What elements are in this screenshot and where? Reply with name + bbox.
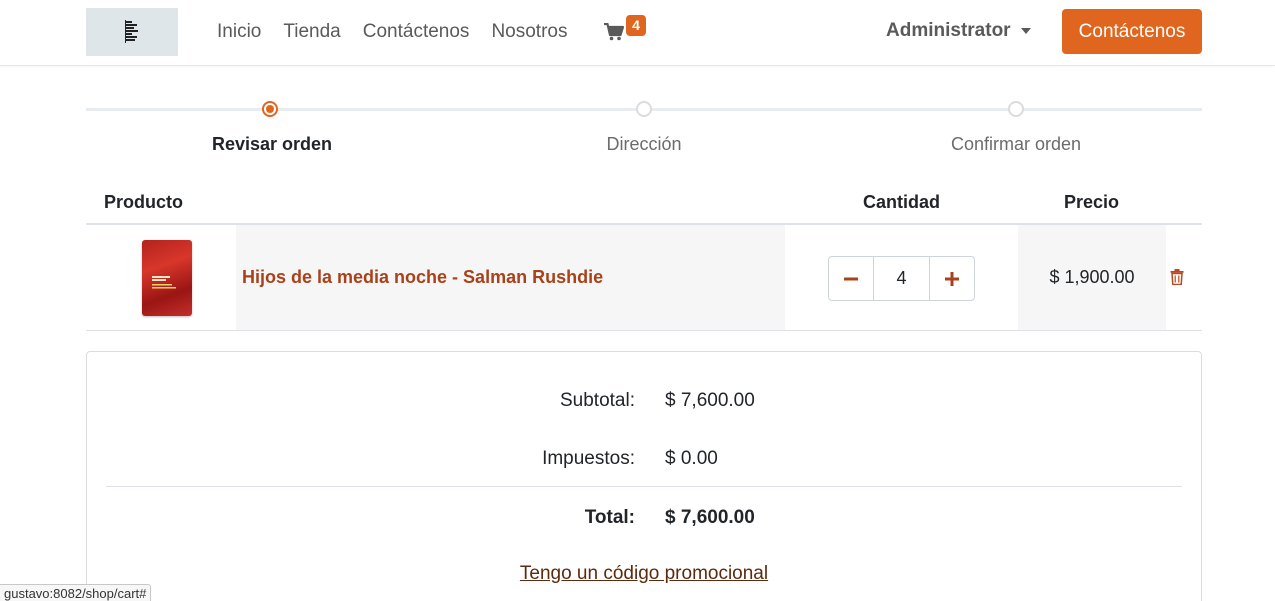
nav-tienda[interactable]: Tienda	[272, 21, 351, 43]
step-dot-review[interactable]	[262, 101, 278, 117]
quantity-stepper: 4	[828, 256, 975, 301]
table-row: Hijos de la media noche - Salman Rushdie…	[86, 225, 1202, 331]
nav-nosotros[interactable]: Nosotros	[480, 21, 578, 43]
book-cover-image[interactable]	[142, 240, 192, 316]
book-cover-art	[152, 276, 184, 293]
step-address-label[interactable]: Dirección	[514, 134, 774, 155]
cart-link[interactable]: 4	[604, 15, 650, 49]
product-link[interactable]: Hijos de la media noche - Salman Rushdie	[242, 267, 603, 288]
nav-contactenos[interactable]: Contáctenos	[352, 21, 481, 43]
total-label: Total:	[584, 507, 635, 528]
product-price: $ 1,900.00	[1049, 267, 1135, 287]
plus-icon	[945, 271, 960, 286]
browser-status-url: gustavo:8082/shop/cart#	[0, 584, 152, 601]
minus-icon	[843, 277, 858, 280]
step-dot-address[interactable]	[636, 101, 652, 117]
total-value: $ 7,600.00	[665, 507, 755, 528]
user-name: Administrator	[886, 20, 1011, 41]
promo-code-link[interactable]: Tengo un código promocional	[87, 563, 1201, 585]
main-nav: Inicio Tienda Contáctenos Nosotros	[206, 0, 578, 64]
step-review-label[interactable]: Revisar orden	[142, 134, 402, 155]
trash-icon	[1170, 269, 1184, 286]
user-dropdown[interactable]: Administrator	[886, 20, 1031, 42]
contact-button[interactable]: Contáctenos	[1062, 9, 1202, 54]
logo[interactable]	[86, 8, 178, 56]
remove-item-button[interactable]	[1170, 269, 1184, 290]
step-confirm-label[interactable]: Confirmar orden	[886, 134, 1146, 155]
taxes-value: $ 0.00	[665, 448, 718, 469]
shopping-cart-icon	[604, 23, 624, 41]
cart-count-badge: 4	[626, 15, 646, 36]
top-navbar: Inicio Tienda Contáctenos Nosotros 4 Adm…	[0, 0, 1275, 66]
increase-quantity-button[interactable]	[929, 256, 975, 301]
summary-divider	[106, 486, 1182, 487]
order-summary-card: Subtotal: $ 7,600.00 Impuestos: $ 0.00 T…	[86, 351, 1202, 601]
col-header-product: Producto	[104, 192, 183, 212]
quantity-input[interactable]: 4	[873, 256, 930, 301]
col-header-price: Precio	[1064, 192, 1120, 212]
step-dot-confirm[interactable]	[1008, 101, 1024, 117]
nav-inicio[interactable]: Inicio	[206, 21, 272, 43]
chevron-down-icon	[1020, 28, 1031, 34]
subtotal-label: Subtotal:	[560, 390, 635, 411]
col-header-quantity: Cantidad	[863, 192, 941, 212]
bookstore-logo-icon	[125, 20, 138, 43]
taxes-label: Impuestos:	[542, 448, 635, 469]
decrease-quantity-button[interactable]	[828, 256, 874, 301]
subtotal-value: $ 7,600.00	[665, 390, 755, 411]
